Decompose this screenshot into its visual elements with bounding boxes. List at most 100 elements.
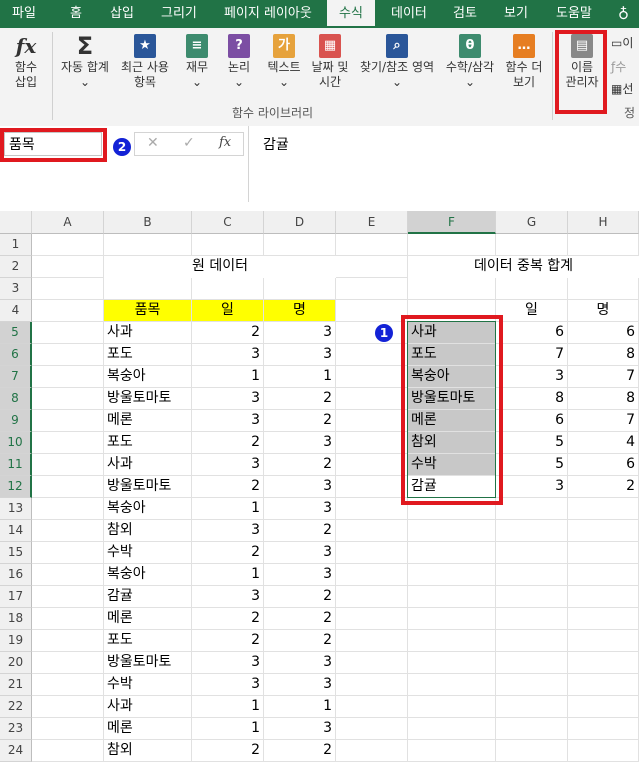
item-cell[interactable]: 방울토마토 bbox=[104, 476, 192, 498]
summary-people-cell[interactable]: 8 bbox=[568, 388, 639, 410]
formula-input[interactable]: 감귤 bbox=[248, 126, 639, 202]
item-cell[interactable]: 방울토마토 bbox=[104, 652, 192, 674]
grid-cell[interactable] bbox=[336, 454, 408, 476]
item-cell[interactable]: 포도 bbox=[104, 344, 192, 366]
grid-cell[interactable] bbox=[336, 300, 408, 322]
grid-cell[interactable] bbox=[104, 234, 192, 256]
grid-cell[interactable] bbox=[568, 564, 639, 586]
grid-cell[interactable] bbox=[496, 608, 568, 630]
grid-cell[interactable] bbox=[336, 718, 408, 740]
grid-cell[interactable] bbox=[408, 278, 496, 300]
grid-cell[interactable] bbox=[496, 234, 568, 256]
row-header-6[interactable]: 6 bbox=[0, 344, 32, 366]
tab-view[interactable]: 보기 bbox=[504, 0, 528, 28]
summary-day-cell[interactable]: 7 bbox=[496, 344, 568, 366]
grid-cell[interactable] bbox=[32, 234, 104, 256]
people-cell[interactable]: 3 bbox=[264, 564, 336, 586]
grid-cell[interactable] bbox=[264, 278, 336, 300]
grid-cell[interactable] bbox=[32, 454, 104, 476]
summary-day-cell[interactable]: 6 bbox=[496, 322, 568, 344]
people-cell[interactable]: 3 bbox=[264, 476, 336, 498]
grid-cell[interactable] bbox=[496, 718, 568, 740]
item-cell[interactable]: 포도 bbox=[104, 630, 192, 652]
grid-cell[interactable] bbox=[408, 608, 496, 630]
grid-cell[interactable] bbox=[496, 278, 568, 300]
grid-cell[interactable] bbox=[336, 674, 408, 696]
grid-cell[interactable] bbox=[568, 652, 639, 674]
grid-cell[interactable] bbox=[336, 520, 408, 542]
people-cell[interactable]: 3 bbox=[264, 322, 336, 344]
day-cell[interactable]: 3 bbox=[192, 652, 264, 674]
header-cell[interactable]: 일 bbox=[496, 300, 568, 322]
grid-cell[interactable] bbox=[408, 652, 496, 674]
item-cell[interactable]: 수박 bbox=[104, 674, 192, 696]
row-header-7[interactable]: 7 bbox=[0, 366, 32, 388]
day-cell[interactable]: 2 bbox=[192, 432, 264, 454]
people-cell[interactable]: 2 bbox=[264, 586, 336, 608]
summary-day-cell[interactable]: 8 bbox=[496, 388, 568, 410]
grid-cell[interactable] bbox=[32, 674, 104, 696]
people-cell[interactable]: 2 bbox=[264, 388, 336, 410]
grid-cell[interactable] bbox=[408, 740, 496, 762]
tab-home[interactable]: 홈 bbox=[70, 0, 82, 28]
summary-people-cell[interactable]: 4 bbox=[568, 432, 639, 454]
insert-function-button[interactable]: fx 함수 삽입 bbox=[6, 34, 46, 90]
day-cell[interactable]: 1 bbox=[192, 564, 264, 586]
grid-cell[interactable] bbox=[568, 608, 639, 630]
text-button[interactable]: 가 텍스트 ⌄ bbox=[264, 34, 304, 90]
grid-cell[interactable] bbox=[32, 586, 104, 608]
item-cell[interactable]: 메론 bbox=[104, 410, 192, 432]
grid-cell[interactable] bbox=[336, 652, 408, 674]
people-cell[interactable]: 2 bbox=[264, 520, 336, 542]
grid-cell[interactable] bbox=[32, 542, 104, 564]
item-cell[interactable]: 포도 bbox=[104, 432, 192, 454]
grid-cell[interactable] bbox=[336, 234, 408, 256]
item-cell[interactable]: 사과 bbox=[104, 454, 192, 476]
grid-cell[interactable] bbox=[104, 278, 192, 300]
summary-people-cell[interactable]: 2 bbox=[568, 476, 639, 498]
header-cell[interactable]: 명 bbox=[568, 300, 639, 322]
grid-cell[interactable] bbox=[408, 586, 496, 608]
grid-cell[interactable] bbox=[408, 674, 496, 696]
insert-function-icon[interactable]: fx bbox=[219, 135, 231, 150]
column-header-G[interactable]: G bbox=[496, 211, 568, 234]
people-cell[interactable]: 3 bbox=[264, 652, 336, 674]
grid-cell[interactable] bbox=[496, 652, 568, 674]
define-name-item[interactable]: ▭이 bbox=[611, 34, 633, 51]
select-all-corner[interactable] bbox=[0, 211, 32, 234]
summary-people-cell[interactable]: 6 bbox=[568, 454, 639, 476]
summary-people-cell[interactable]: 8 bbox=[568, 344, 639, 366]
grid-cell[interactable] bbox=[336, 344, 408, 366]
grid-cell[interactable] bbox=[336, 388, 408, 410]
lightbulb-icon[interactable]: ♁ bbox=[618, 0, 629, 28]
grid-cell[interactable] bbox=[32, 630, 104, 652]
grid-cell[interactable] bbox=[336, 696, 408, 718]
people-cell[interactable]: 3 bbox=[264, 498, 336, 520]
row-header-20[interactable]: 20 bbox=[0, 652, 32, 674]
grid-cell[interactable] bbox=[496, 696, 568, 718]
summary-day-cell[interactable]: 5 bbox=[496, 454, 568, 476]
summary-people-cell[interactable]: 7 bbox=[568, 366, 639, 388]
autosum-button[interactable]: Σ 자동 합계 ⌄ bbox=[56, 34, 114, 90]
item-cell[interactable]: 메론 bbox=[104, 608, 192, 630]
grid-cell[interactable] bbox=[336, 608, 408, 630]
item-cell[interactable]: 수박 bbox=[104, 542, 192, 564]
date-time-button[interactable]: ▦ 날짜 및 시간 bbox=[308, 34, 352, 90]
math-trig-button[interactable]: θ 수학/삼각 ⌄ bbox=[442, 34, 498, 90]
day-cell[interactable]: 1 bbox=[192, 498, 264, 520]
grid-cell[interactable] bbox=[496, 520, 568, 542]
grid-cell[interactable] bbox=[264, 234, 336, 256]
grid-cell[interactable] bbox=[496, 630, 568, 652]
people-cell[interactable]: 1 bbox=[264, 696, 336, 718]
item-cell[interactable]: 방울토마토 bbox=[104, 388, 192, 410]
row-header-12[interactable]: 12 bbox=[0, 476, 32, 498]
row-header-8[interactable]: 8 bbox=[0, 388, 32, 410]
column-header-A[interactable]: A bbox=[32, 211, 104, 234]
grid-cell[interactable] bbox=[32, 740, 104, 762]
grid-cell[interactable] bbox=[336, 498, 408, 520]
grid-cell[interactable] bbox=[32, 476, 104, 498]
row-header-4[interactable]: 4 bbox=[0, 300, 32, 322]
grid-cell[interactable] bbox=[32, 652, 104, 674]
grid-cell[interactable] bbox=[408, 564, 496, 586]
column-header-H[interactable]: H bbox=[568, 211, 639, 234]
